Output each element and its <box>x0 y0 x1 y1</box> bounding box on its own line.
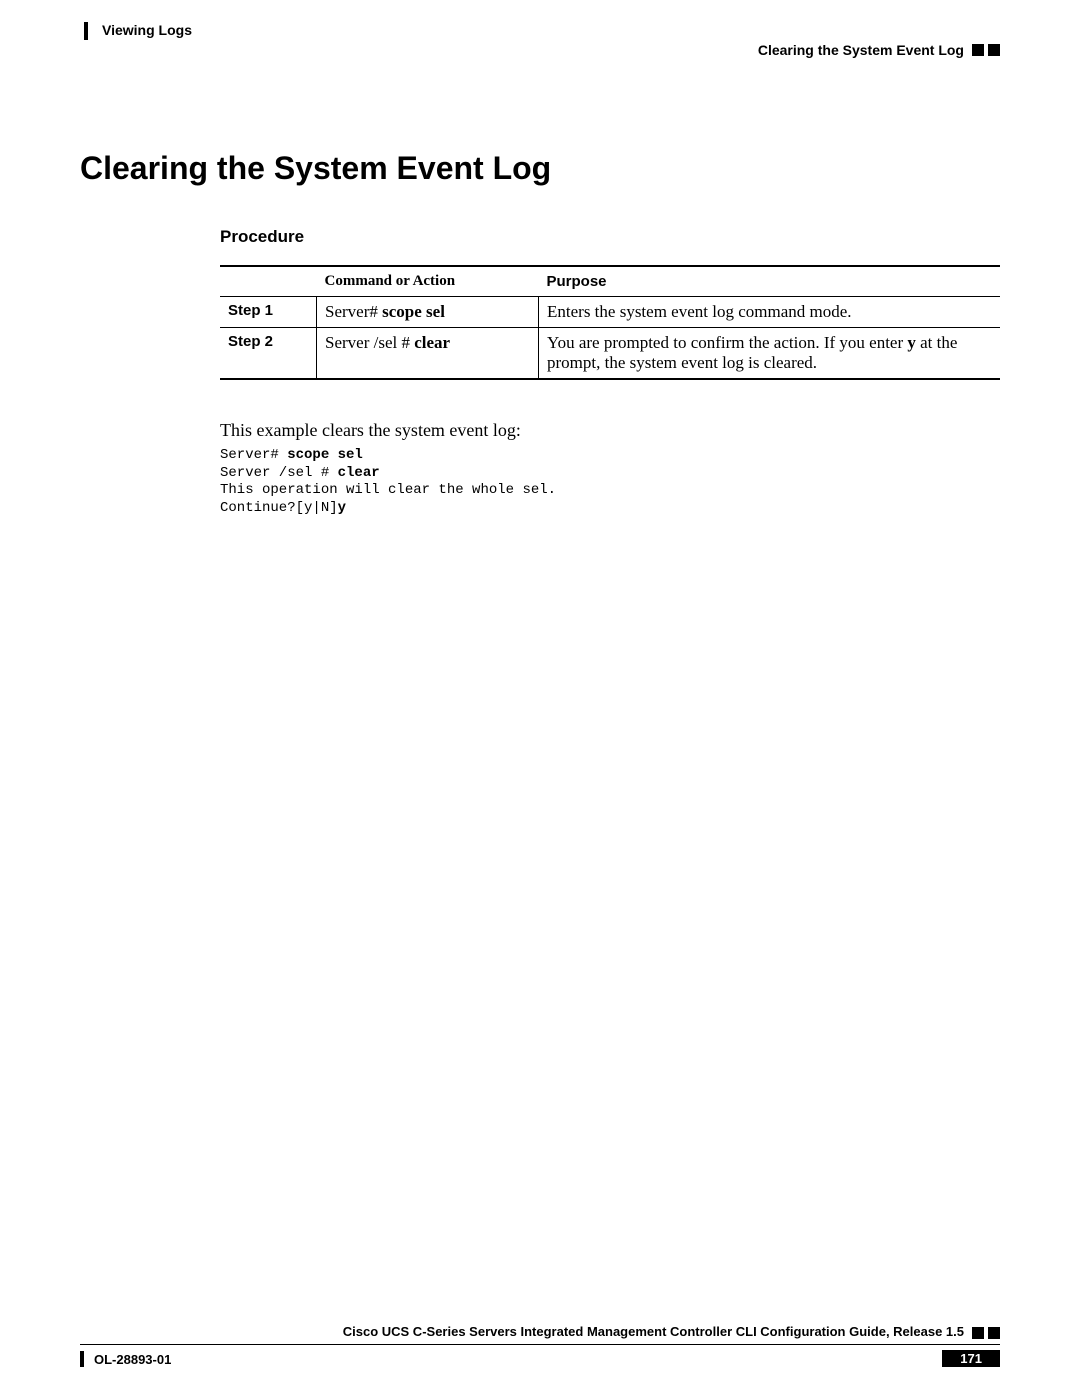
code-bold: clear <box>338 465 380 481</box>
footer-square-icon <box>972 1327 984 1339</box>
footer-guide-title: Cisco UCS C-Series Servers Integrated Ma… <box>343 1324 964 1339</box>
purpose-bold: y <box>907 333 916 352</box>
page-header: Viewing Logs Clearing the System Event L… <box>80 22 1000 54</box>
procedure-heading: Procedure <box>220 227 1000 247</box>
code-bold: scope sel <box>287 447 363 463</box>
page-footer: Cisco UCS C-Series Servers Integrated Ma… <box>80 1317 1000 1367</box>
command-cell: Server /sel # clear <box>317 328 539 380</box>
col-step <box>220 266 317 297</box>
procedure-table: Command or Action Purpose Step 1 Server#… <box>220 265 1000 380</box>
page: Viewing Logs Clearing the System Event L… <box>0 0 1080 1397</box>
command-keyword: clear <box>414 333 450 352</box>
purpose-text: Enters the system event log command mode… <box>547 302 852 321</box>
header-section: Clearing the System Event Log <box>758 42 964 58</box>
footer-accent-bar <box>80 1351 84 1367</box>
header-accent-bar <box>84 22 88 40</box>
table-header-row: Command or Action Purpose <box>220 266 1000 297</box>
footer-square-icon <box>988 1327 1000 1339</box>
table-row: Step 2 Server /sel # clear You are promp… <box>220 328 1000 380</box>
code-plain: Server# <box>220 447 287 463</box>
code-plain: Continue?[y|N] <box>220 500 338 516</box>
page-title: Clearing the System Event Log <box>80 150 1000 187</box>
code-line: Server# scope sel <box>220 447 363 463</box>
command-prompt: Server /sel # <box>325 333 410 352</box>
command-cell: Server# scope sel <box>317 297 539 328</box>
footer-page-number: 171 <box>942 1350 1000 1367</box>
header-square-icon <box>972 44 984 56</box>
header-chapter: Viewing Logs <box>102 22 192 38</box>
command-keyword: scope sel <box>382 302 445 321</box>
page-content: Clearing the System Event Log Procedure … <box>80 150 1000 531</box>
code-plain: This operation will clear the whole sel. <box>220 482 556 498</box>
step-label: Step 1 <box>220 297 317 328</box>
step-label: Step 2 <box>220 328 317 380</box>
example-code: Server# scope sel Server /sel # clear Th… <box>220 447 1000 517</box>
col-purpose: Purpose <box>539 266 1001 297</box>
footer-rule <box>80 1344 1000 1345</box>
code-bold: y <box>338 500 346 516</box>
footer-doc-id: OL-28893-01 <box>94 1352 171 1367</box>
table-row: Step 1 Server# scope sel Enters the syst… <box>220 297 1000 328</box>
code-line: Continue?[y|N]y <box>220 500 346 516</box>
code-plain: Server /sel # <box>220 465 338 481</box>
purpose-cell: Enters the system event log command mode… <box>539 297 1001 328</box>
header-square-icon <box>988 44 1000 56</box>
command-prompt: Server# <box>325 302 378 321</box>
purpose-cell: You are prompted to confirm the action. … <box>539 328 1001 380</box>
purpose-text: You are prompted to confirm the action. … <box>547 333 907 352</box>
example-intro: This example clears the system event log… <box>220 420 1000 441</box>
col-command: Command or Action <box>317 266 539 297</box>
code-line: Server /sel # clear <box>220 465 380 481</box>
code-line: This operation will clear the whole sel. <box>220 482 556 498</box>
